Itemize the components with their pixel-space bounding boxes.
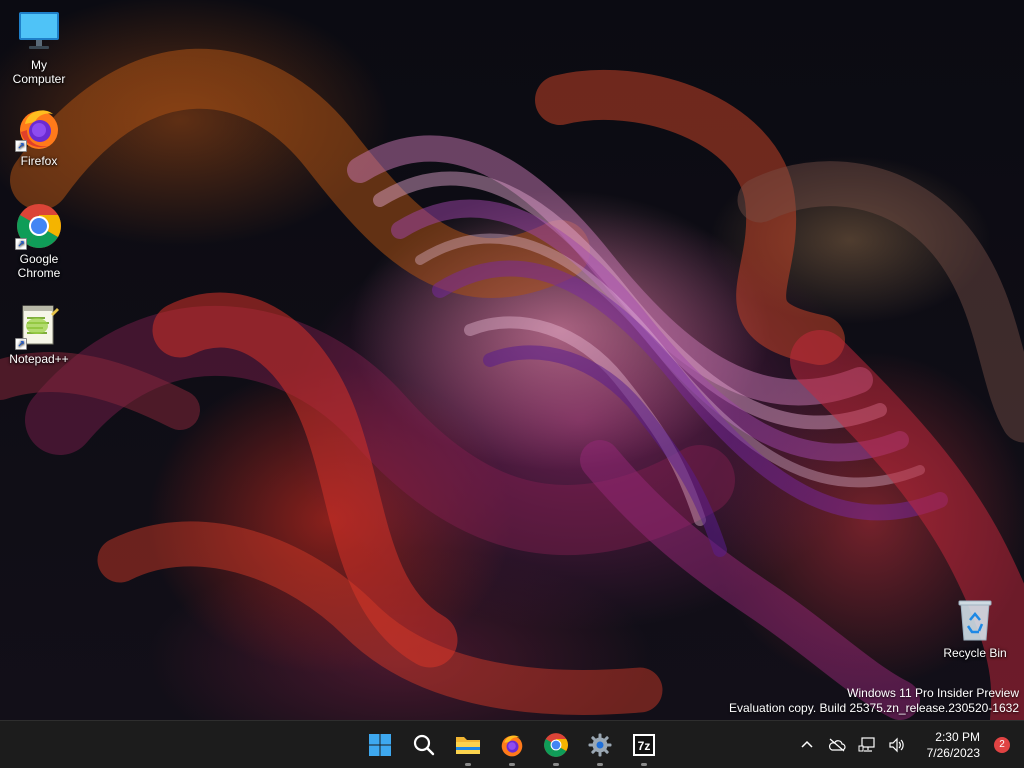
- clock-time: 2:30 PM: [935, 730, 980, 744]
- desktop-icon-my-computer[interactable]: My Computer: [1, 8, 77, 86]
- desktop-icon-notepadpp[interactable]: ↗ Notepad++: [1, 302, 77, 366]
- firefox-icon: ↗: [15, 104, 63, 152]
- chevron-up-icon: [801, 740, 813, 748]
- taskbar: 7z 2:30 PM 7/26/2023 2: [0, 720, 1024, 768]
- onedrive-offline-icon: [828, 738, 846, 752]
- chrome-icon: ↗: [15, 202, 63, 250]
- system-tray: 2:30 PM 7/26/2023 2: [792, 721, 1024, 768]
- notification-badge[interactable]: 2: [994, 737, 1010, 753]
- desktop-icon-label: Notepad++: [9, 352, 69, 366]
- taskbar-file-explorer[interactable]: [446, 721, 490, 768]
- running-indicator: [597, 763, 603, 766]
- watermark-build: Evaluation copy. Build 25375.zn_release.…: [729, 701, 1019, 715]
- taskbar-settings[interactable]: [578, 721, 622, 768]
- windows-logo-icon: [369, 734, 391, 756]
- running-indicator: [641, 763, 647, 766]
- show-hidden-icons-button[interactable]: [792, 721, 822, 768]
- network-tray-button[interactable]: [852, 721, 882, 768]
- taskbar-7zip[interactable]: 7z: [622, 721, 666, 768]
- start-button[interactable]: [358, 721, 402, 768]
- wallpaper-ribbons: [0, 48, 1024, 720]
- clock-button[interactable]: 2:30 PM 7/26/2023: [912, 729, 984, 761]
- desktop-icon-label: My Computer: [12, 58, 66, 86]
- volume-icon: [889, 737, 904, 753]
- folder-icon: [456, 737, 480, 754]
- desktop-icon-firefox[interactable]: ↗ Firefox: [1, 104, 77, 168]
- running-indicator: [465, 763, 471, 766]
- gear-icon: [588, 733, 612, 757]
- desktop-icon-recycle-bin[interactable]: Recycle Bin: [937, 596, 1013, 660]
- desktop-icon-label: Google Chrome: [17, 252, 61, 280]
- shortcut-arrow-icon: ↗: [15, 338, 27, 350]
- taskbar-firefox[interactable]: [490, 721, 534, 768]
- search-button[interactable]: [402, 721, 446, 768]
- desktop-icon-chrome[interactable]: ↗ Google Chrome: [1, 202, 77, 280]
- desktop-wallpaper: [0, 0, 1024, 720]
- clock-date: 7/26/2023: [926, 746, 980, 760]
- evaluation-watermark: Windows 11 Pro Insider Preview Evaluatio…: [729, 686, 1019, 716]
- desktop-icon-label: Firefox: [20, 154, 58, 168]
- taskbar-pinned-apps: 7z: [358, 721, 666, 768]
- firefox-icon: [501, 735, 523, 757]
- onedrive-tray-button[interactable]: [822, 721, 852, 768]
- search-icon: [413, 734, 435, 756]
- shortcut-arrow-icon: ↗: [15, 140, 27, 152]
- watermark-edition: Windows 11 Pro Insider Preview: [847, 686, 1019, 700]
- 7zip-icon: 7z: [633, 734, 655, 756]
- network-icon: [858, 737, 875, 752]
- chrome-icon: [544, 733, 568, 757]
- monitor-icon: [15, 8, 63, 56]
- running-indicator: [553, 763, 559, 766]
- notepadpp-icon: ↗: [15, 302, 63, 350]
- taskbar-chrome[interactable]: [534, 721, 578, 768]
- shortcut-arrow-icon: ↗: [15, 238, 27, 250]
- running-indicator: [509, 763, 515, 766]
- desktop-icon-label: Recycle Bin: [943, 646, 1007, 660]
- svg-text:7z: 7z: [638, 739, 651, 753]
- recycle-bin-icon: [951, 596, 999, 644]
- volume-tray-button[interactable]: [882, 721, 912, 768]
